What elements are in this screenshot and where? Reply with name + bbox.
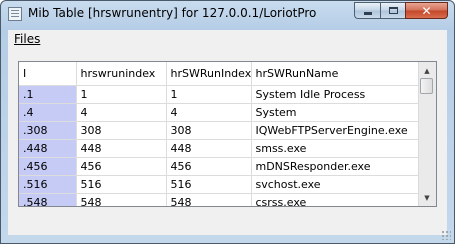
column-header-hrSWRunIndex[interactable]: hrSWRunIndex: [166, 62, 252, 86]
cell-hrswrunindex: 516: [76, 175, 167, 194]
resize-grip-icon[interactable]: [441, 230, 451, 240]
cell-hrSWRunIndex: 456: [166, 157, 252, 176]
caption-buttons: ✕: [354, 2, 448, 20]
cell-hrSWRunName: svchost.exe: [251, 175, 420, 194]
cell-hrswrunindex: 548: [76, 193, 167, 206]
cell-hrSWRunIndex: 448: [166, 139, 252, 158]
cell-index: .1: [19, 85, 77, 104]
mib-table-grid[interactable]: I hrswrunindex hrSWRunIndex hrSWRunName …: [18, 61, 437, 207]
table-row[interactable]: .308 308 308 IQWebFTPServerEngine.exe: [19, 121, 420, 140]
cell-index: .456: [19, 157, 77, 176]
table-row[interactable]: .516 516 516 svchost.exe: [19, 175, 420, 194]
mib-table: I hrswrunindex hrSWRunIndex hrSWRunName …: [19, 62, 420, 206]
cell-hrSWRunIndex: 308: [166, 121, 252, 140]
minimize-button[interactable]: [354, 2, 380, 19]
cell-hrswrunindex: 448: [76, 139, 167, 158]
cell-hrswrunindex: 308: [76, 121, 167, 140]
cell-index: .548: [19, 193, 77, 206]
cell-index: .516: [19, 175, 77, 194]
cell-hrswrunindex: 456: [76, 157, 167, 176]
header-row: I hrswrunindex hrSWRunIndex hrSWRunName: [19, 62, 420, 86]
scroll-down-icon[interactable]: ▼: [419, 189, 435, 206]
table-row[interactable]: .548 548 548 csrss.exe: [19, 193, 420, 206]
close-button[interactable]: ✕: [405, 2, 448, 19]
cell-hrSWRunIndex: 548: [166, 193, 252, 206]
cell-hrSWRunName: IQWebFTPServerEngine.exe: [251, 121, 420, 140]
menu-bar: Files: [8, 30, 447, 49]
cell-hrSWRunName: System: [251, 103, 420, 122]
close-icon: ✕: [421, 3, 432, 18]
window-title: Mib Table [hrswrunentry] for 127.0.0.1/L…: [28, 6, 317, 20]
column-header-i[interactable]: I: [19, 62, 77, 86]
table-row[interactable]: .456 456 456 mDNSResponder.exe: [19, 157, 420, 176]
scroll-thumb[interactable]: [420, 78, 433, 94]
table-row[interactable]: .1 1 1 System Idle Process: [19, 85, 420, 104]
cell-hrSWRunIndex: 4: [166, 103, 252, 122]
maximize-button[interactable]: [380, 2, 405, 19]
column-header-hrSWRunName[interactable]: hrSWRunName: [251, 62, 420, 86]
cell-hrSWRunName: mDNSResponder.exe: [251, 157, 420, 176]
cell-index: .4: [19, 103, 77, 122]
menu-files[interactable]: Files: [14, 32, 40, 46]
cell-hrSWRunName: csrss.exe: [251, 193, 420, 206]
cell-index: .308: [19, 121, 77, 140]
cell-hrSWRunIndex: 1: [166, 85, 252, 104]
title-bar[interactable]: Mib Table [hrswrunentry] for 127.0.0.1/L…: [1, 1, 454, 27]
cell-hrSWRunName: smss.exe: [251, 139, 420, 158]
minimize-icon: [363, 12, 372, 15]
mib-table-window: Mib Table [hrswrunentry] for 127.0.0.1/L…: [0, 0, 455, 244]
table-window-icon[interactable]: [8, 7, 22, 21]
scroll-up-icon[interactable]: ▲: [419, 62, 435, 79]
cell-index: .448: [19, 139, 77, 158]
vertical-scrollbar[interactable]: ▲ ▼: [418, 62, 436, 206]
cell-hrSWRunIndex: 516: [166, 175, 252, 194]
table-row[interactable]: .4 4 4 System: [19, 103, 420, 122]
cell-hrswrunindex: 1: [76, 85, 167, 104]
cell-hrSWRunName: System Idle Process: [251, 85, 420, 104]
maximize-icon: [388, 7, 398, 14]
column-header-hrswrunindex[interactable]: hrswrunindex: [76, 62, 167, 86]
cell-hrswrunindex: 4: [76, 103, 167, 122]
table-row[interactable]: .448 448 448 smss.exe: [19, 139, 420, 158]
